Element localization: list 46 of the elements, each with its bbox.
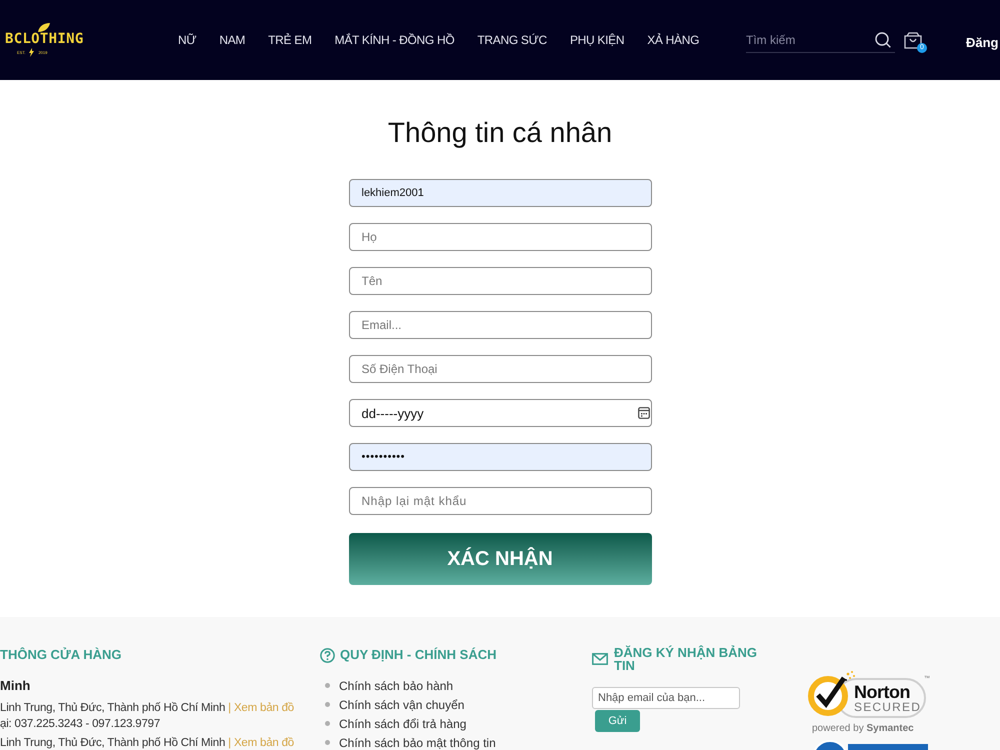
address-text: Linh Trung, Thủ Đức, Thành phố Hồ Chí Minh | Xem bản đồ (0, 701, 295, 716)
nav-link[interactable]: NAM (219, 31, 246, 49)
bullet-icon (325, 721, 330, 726)
shopping-bag-icon[interactable] (904, 32, 922, 48)
bullet-icon (325, 683, 330, 688)
password-field[interactable]: •••••••••• (348, 443, 652, 471)
nav-link[interactable]: MẮT KÍNH - ĐỒNG HỒ (334, 31, 454, 49)
phone-text: ại: 037.225.3243 - 097.123.9797 (0, 717, 162, 732)
password-field[interactable]: Nhập lại mật khẩu (348, 487, 652, 515)
policy-link[interactable]: Chính sách vận chuyển (339, 698, 464, 710)
section-heading: QUY ĐỊNH - CHÍNH SÁCH (340, 646, 496, 664)
policy-link[interactable]: Chính sách bảo hành (339, 680, 454, 692)
nav-link[interactable]: XẢ HÀNG (647, 31, 700, 49)
input-field[interactable]: lekhiem2001 (348, 179, 652, 207)
input-field[interactable]: Họ (348, 223, 652, 251)
search-icon[interactable] (875, 32, 891, 48)
section-heading: ĐĂNG KÝ NHẬN BẢNG TIN (614, 646, 758, 672)
seal-label: SECURED (854, 700, 922, 714)
nav-link[interactable]: NỮ (178, 31, 196, 49)
email-field[interactable]: Nhập email của bạn... (592, 687, 740, 709)
nav-link[interactable]: TRẺ EM (268, 31, 312, 49)
lightning-icon (29, 48, 34, 57)
bullet-icon (325, 740, 330, 745)
brand-name: Norton (854, 682, 911, 700)
help-icon (320, 648, 335, 662)
store-name: Minh (0, 677, 32, 695)
input-field[interactable]: Email... (348, 311, 652, 339)
input-field[interactable]: Số Điện Thoại (348, 355, 652, 383)
address-text: Linh Trung, Thủ Đức, Thành phố Hồ Chí Minh | Xem bản đồ (0, 737, 295, 750)
section-heading: THÔNG CỬA HÀNG (0, 646, 123, 664)
account-link[interactable]: Đăng (966, 32, 998, 52)
logo-text[interactable]: BCLOTHING (5, 32, 178, 47)
calendar-icon[interactable] (638, 407, 650, 419)
nav-link[interactable]: TRANG SỨC (477, 31, 547, 49)
input-field[interactable]: Tên (348, 267, 652, 295)
policy-link[interactable]: Chính sách bảo mật thông tin (339, 736, 496, 748)
submit-button[interactable]: XÁC NHẬN (348, 533, 652, 585)
page-title: Thông tin cá nhân (388, 116, 612, 150)
nav-link[interactable]: PHỤ KIỆN (570, 31, 624, 49)
policy-link[interactable]: Chính sách đổi trả hàng (339, 718, 466, 730)
bullet-icon (325, 702, 330, 707)
powered-by-text: powered by Symantec (812, 723, 915, 735)
drop-icon (38, 23, 50, 32)
date-field[interactable]: dd-----yyyy (348, 399, 652, 427)
envelope-icon (592, 653, 608, 665)
search-field[interactable]: Tìm kiếm (746, 27, 895, 53)
